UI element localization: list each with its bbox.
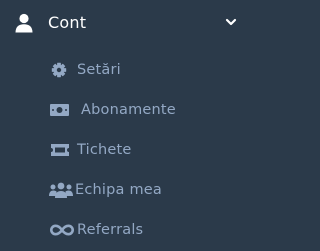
user-icon — [15, 13, 33, 33]
submenu-item-label: Abonamente — [81, 102, 176, 118]
ticket-icon — [51, 144, 69, 156]
gear-icon — [51, 62, 67, 78]
account-menu-label: Cont — [48, 13, 87, 32]
infinity-icon — [50, 224, 74, 236]
chevron-down-icon — [225, 18, 237, 26]
account-menu: Cont Setări Abonamente Tichete Echipa me… — [0, 0, 258, 251]
submenu-item-abonamente[interactable]: Abonamente — [0, 90, 258, 130]
money-bill-icon — [50, 104, 69, 116]
submenu-item-label: Setări — [77, 62, 121, 78]
submenu-item-echipa-mea[interactable]: Echipa mea — [0, 170, 258, 210]
submenu-item-label: Tichete — [77, 142, 132, 158]
submenu-item-label: Referrals — [77, 222, 144, 238]
submenu-item-label: Echipa mea — [75, 182, 162, 198]
account-menu-toggle[interactable]: Cont — [0, 0, 258, 46]
submenu-item-tichete[interactable]: Tichete — [0, 130, 258, 170]
submenu-item-referrals[interactable]: Referrals — [0, 210, 258, 250]
submenu-item-setari[interactable]: Setări — [0, 50, 258, 90]
users-icon — [49, 182, 73, 198]
